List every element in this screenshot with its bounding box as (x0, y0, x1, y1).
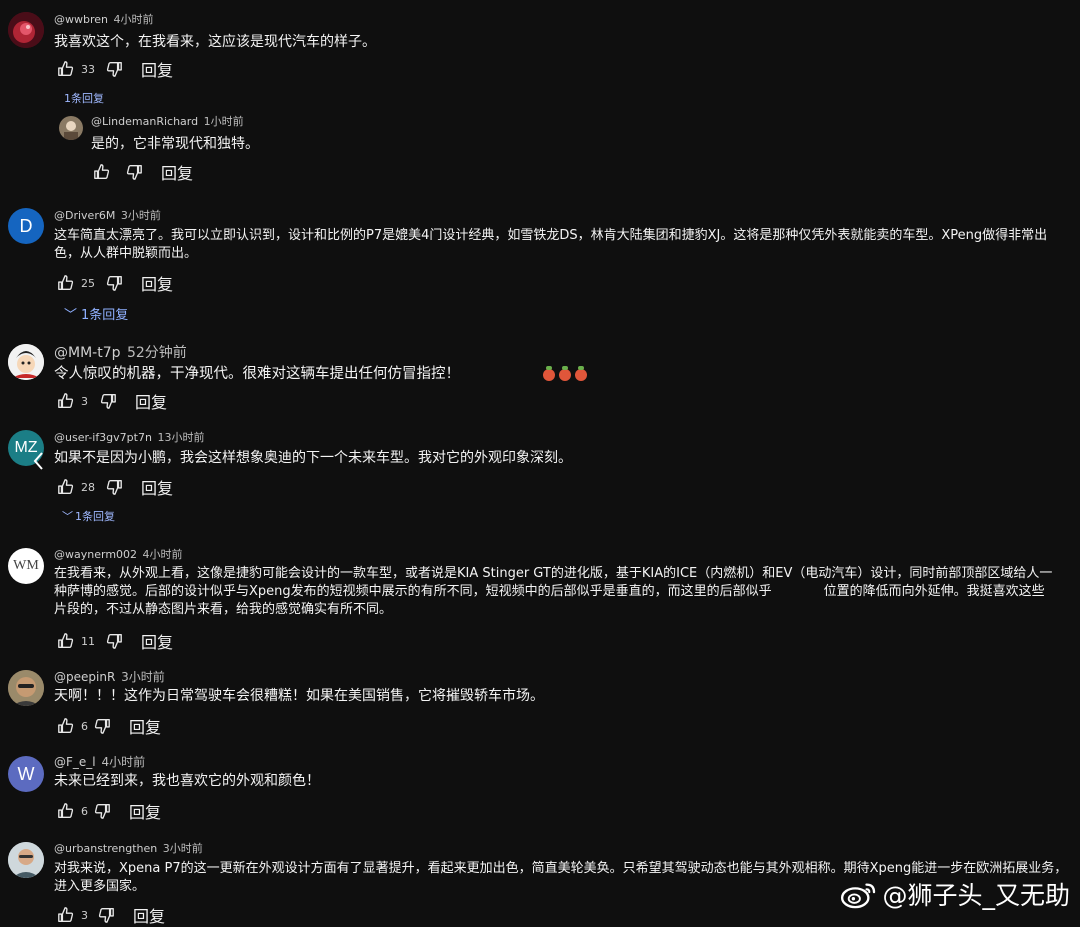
thumbs-up-icon[interactable] (57, 717, 75, 735)
thumbs-up-icon[interactable] (57, 802, 75, 820)
like-count: 11 (81, 634, 95, 648)
comment-text: 令人惊叹的机器，干净现代。很难对这辆车提出任何仿冒指控！ (54, 366, 460, 382)
like-count: 6 (81, 804, 88, 818)
weibo-logo-icon (841, 883, 876, 909)
strawberry-icon (575, 366, 587, 381)
emoji-row (543, 366, 587, 381)
reply-button[interactable]: 回复 (129, 714, 161, 738)
watermark: @狮子头_又无助 (840, 876, 1070, 912)
comment-time: 13小时前 (157, 431, 205, 444)
avatar[interactable] (8, 12, 44, 48)
comment-time: 52分钟前 (126, 345, 187, 361)
comment-author[interactable]: @user-if3gv7pt7n 13小时前 (54, 429, 204, 445)
thumbs-down-icon[interactable] (125, 163, 143, 181)
reply-time: 1小时前 (203, 115, 244, 128)
comment-author[interactable]: @wwbren 4小时前 (54, 11, 154, 27)
like-count: 28 (81, 480, 95, 494)
comment-actions: 33 回复 (57, 58, 173, 80)
replies-toggle[interactable]: ﹀ 1条回复 (64, 304, 128, 323)
comment-author[interactable]: @Driver6M 3小时前 (54, 207, 161, 223)
avatar-image (8, 842, 44, 878)
avatar-image (8, 344, 44, 380)
comment-actions: 11 回复 (57, 630, 173, 652)
avatar-letter: W (17, 763, 35, 784)
avatar-letter: D (19, 215, 33, 236)
comment-text: 这车简直太漂亮了。我可以立即认识到，设计和比例的P7是媲美4门设计经典，如雪铁龙… (54, 228, 1048, 261)
comment-actions: 6 回复 (57, 715, 161, 737)
comment-actions: 28 回复 (57, 476, 173, 498)
thumbs-up-icon[interactable] (57, 478, 75, 496)
avatar-image (59, 116, 83, 140)
chevron-left-icon[interactable] (30, 450, 48, 472)
avatar-letter: WM (13, 558, 39, 573)
avatar[interactable]: D (8, 208, 44, 244)
thumbs-up-icon[interactable] (57, 60, 75, 78)
comment-text: 未来已经到来，我也喜欢它的外观和颜色！ (54, 773, 320, 789)
like-count: 3 (81, 394, 88, 408)
comment-text: 在我看来，从外观上看，这像是捷豹可能会设计的一款车型，或者说是KIA Sting… (54, 566, 1053, 617)
reply-author[interactable]: @LindemanRichard 1小时前 (91, 113, 244, 129)
replies-toggle[interactable]: 1条回复 (64, 90, 104, 106)
comment-time: 3小时前 (121, 670, 165, 684)
thumbs-down-icon[interactable] (97, 906, 115, 924)
comment-actions: 3 回复 (57, 904, 165, 926)
comment-author[interactable]: @MM-t7p 52分钟前 (54, 342, 187, 362)
reply-button[interactable]: 回复 (141, 271, 173, 295)
reply-button[interactable]: 回复 (133, 903, 165, 927)
comment-time: 3小时前 (120, 209, 161, 222)
comment-actions: 3 回复 (57, 390, 167, 412)
comment-author[interactable]: @waynerm002 4小时前 (54, 546, 183, 562)
like-count: 6 (81, 719, 88, 733)
reply-button[interactable]: 回复 (141, 629, 173, 653)
thumbs-up-icon[interactable] (57, 274, 75, 292)
thumbs-up-icon[interactable] (57, 632, 75, 650)
thumbs-down-icon[interactable] (99, 392, 117, 410)
avatar-image (8, 670, 44, 706)
thumbs-up-icon[interactable] (93, 163, 111, 181)
reply-button[interactable]: 回复 (135, 389, 167, 413)
reply-button[interactable]: 回复 (129, 799, 161, 823)
comment-author[interactable]: @F_e_l 4小时前 (54, 753, 145, 770)
reply-avatar[interactable] (59, 116, 83, 140)
avatar[interactable]: W (8, 756, 44, 792)
reply-button[interactable]: 回复 (141, 475, 173, 499)
reply-button[interactable]: 回复 (141, 57, 173, 81)
reply-text: 是的，它非常现代和独特。 (91, 136, 259, 152)
comment-text: 我喜欢这个，在我看来，这应该是现代汽车的样子。 (54, 34, 376, 50)
avatar[interactable] (8, 842, 44, 878)
thumbs-up-icon[interactable] (57, 906, 75, 924)
replies-toggle[interactable]: ﹀ 1条回复 (62, 508, 115, 524)
comment-actions: 25 回复 (57, 272, 173, 294)
comment-time: 3小时前 (162, 842, 203, 855)
chevron-down-icon: ﹀ (62, 510, 73, 523)
comment-time: 4小时前 (101, 755, 146, 769)
avatar[interactable] (8, 344, 44, 380)
avatar-image (8, 12, 44, 48)
comment-time: 4小时前 (142, 548, 183, 561)
avatar[interactable] (8, 670, 44, 706)
thumbs-down-icon[interactable] (105, 632, 123, 650)
strawberry-icon (559, 366, 571, 381)
like-count: 33 (81, 62, 95, 76)
like-count: 3 (81, 908, 88, 922)
comment-text: 天啊！！！这作为日常驾驶车会很糟糕！如果在美国销售，它将摧毁轿车市场。 (54, 688, 544, 704)
thumbs-up-icon[interactable] (57, 392, 75, 410)
comment-actions: 6 回复 (57, 800, 161, 822)
like-count: 25 (81, 276, 95, 290)
thumbs-down-icon[interactable] (105, 60, 123, 78)
thumbs-down-icon[interactable] (93, 717, 111, 735)
chevron-down-icon: ﹀ (64, 308, 78, 323)
comment-author[interactable]: @urbanstrengthen 3小时前 (54, 840, 203, 856)
avatar[interactable]: WM (8, 548, 44, 584)
reply-button[interactable]: 回复 (161, 160, 193, 184)
thumbs-down-icon[interactable] (105, 274, 123, 292)
thumbs-down-icon[interactable] (93, 802, 111, 820)
comment-author[interactable]: @peepinR 3小时前 (54, 668, 165, 685)
comment-text: 如果不是因为小鹏，我会这样想象奥迪的下一个未来车型。我对它的外观印象深刻。 (54, 450, 572, 466)
thumbs-down-icon[interactable] (105, 478, 123, 496)
reply-actions: 回复 (93, 161, 193, 183)
watermark-text: @狮子头_又无助 (882, 881, 1070, 910)
comment-time: 4小时前 (113, 13, 154, 26)
strawberry-icon (543, 366, 555, 381)
